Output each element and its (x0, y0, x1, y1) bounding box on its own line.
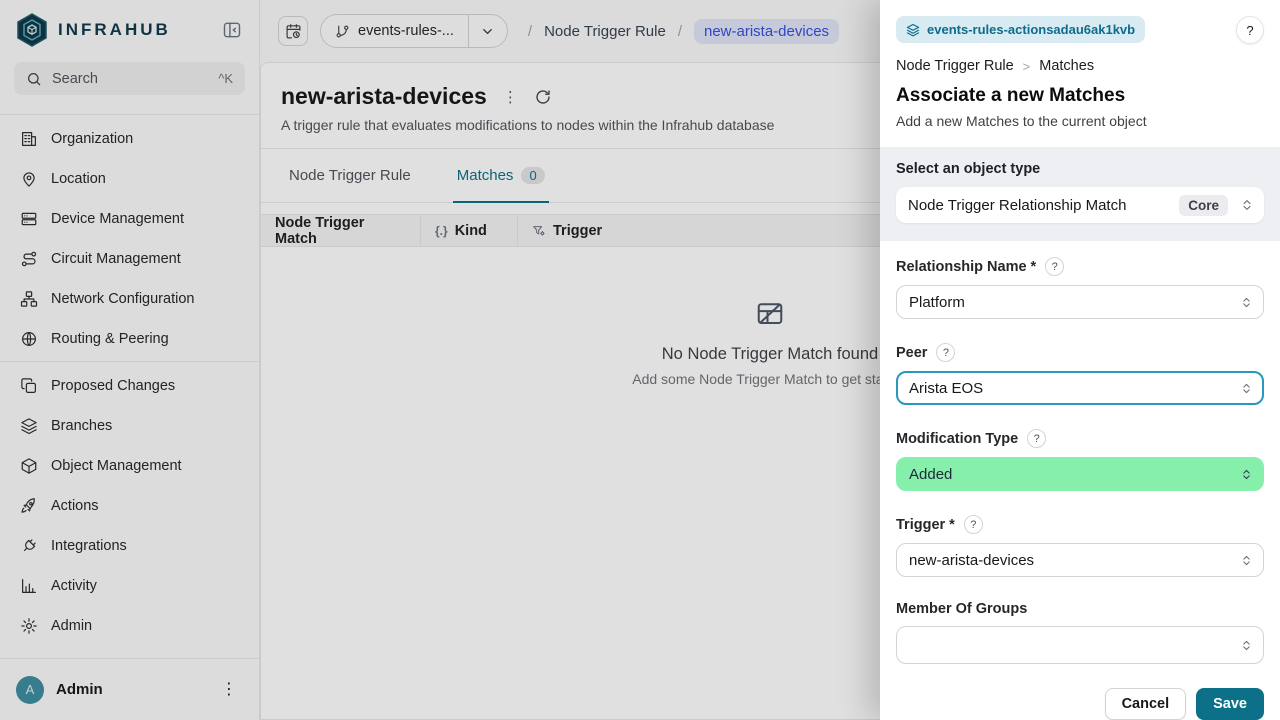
save-button[interactable]: Save (1196, 688, 1264, 720)
field-label: Member Of Groups (896, 601, 1027, 617)
modification-type-select[interactable]: Added (896, 457, 1264, 491)
field-label: Relationship Name * (896, 259, 1036, 275)
drawer-breadcrumb: Node Trigger Rule > Matches (896, 58, 1264, 74)
relationship-name-select[interactable]: Platform (896, 285, 1264, 319)
field-value: Added (909, 466, 952, 483)
chevron-right-separator: > (1023, 59, 1031, 74)
help-icon[interactable]: ? (1027, 429, 1046, 448)
select-updown-icon (1240, 554, 1253, 567)
associate-matches-drawer: events-rules-actionsadau6ak1kvb ? Node T… (880, 0, 1280, 720)
field-value: new-arista-devices (909, 552, 1034, 569)
drawer-breadcrumb-current: Matches (1039, 58, 1094, 74)
drawer-actions: Cancel Save (896, 688, 1264, 720)
field-relationship-name: Relationship Name * ? Platform (896, 257, 1264, 319)
trigger-select[interactable]: new-arista-devices (896, 543, 1264, 577)
cancel-button[interactable]: Cancel (1105, 688, 1187, 720)
branch-badge: events-rules-actionsadau6ak1kvb (896, 16, 1145, 43)
field-trigger: Trigger * ? new-arista-devices (896, 515, 1264, 577)
drawer-title: Associate a new Matches (896, 85, 1264, 107)
field-peer: Peer ? Arista EOS (896, 343, 1264, 405)
core-badge: Core (1179, 195, 1228, 216)
field-value: Platform (909, 294, 965, 311)
object-type-value: Node Trigger Relationship Match (908, 197, 1126, 214)
help-icon[interactable]: ? (936, 343, 955, 362)
branch-badge-label: events-rules-actionsadau6ak1kvb (927, 22, 1135, 37)
help-icon[interactable]: ? (1045, 257, 1064, 276)
layers-icon (906, 23, 920, 37)
select-updown-icon (1240, 296, 1253, 309)
select-updown-icon (1240, 639, 1253, 652)
field-label: Peer (896, 345, 927, 361)
drawer-header: events-rules-actionsadau6ak1kvb ? Node T… (880, 0, 1280, 147)
drawer-form: Relationship Name * ? Platform Peer ? Ar… (880, 241, 1280, 720)
peer-select[interactable]: Arista EOS (896, 371, 1264, 405)
help-icon[interactable]: ? (964, 515, 983, 534)
select-updown-icon (1240, 198, 1254, 212)
member-of-groups-select[interactable] (896, 626, 1264, 664)
field-value: Arista EOS (909, 380, 983, 397)
field-member-of-groups: Member Of Groups (896, 601, 1264, 664)
object-type-select[interactable]: Node Trigger Relationship Match Core (896, 187, 1264, 223)
field-modification-type: Modification Type ? Added (896, 429, 1264, 491)
object-type-section: Select an object type Node Trigger Relat… (880, 147, 1280, 241)
select-updown-icon (1240, 382, 1253, 395)
help-button[interactable]: ? (1236, 16, 1264, 44)
select-updown-icon (1240, 468, 1253, 481)
drawer-breadcrumb-parent: Node Trigger Rule (896, 58, 1014, 74)
infrahub-app: INFRAHUB Search ^K Organization Location (0, 0, 1280, 720)
field-label: Modification Type (896, 431, 1018, 447)
drawer-subtitle: Add a new Matches to the current object (896, 113, 1264, 147)
object-type-label: Select an object type (896, 161, 1264, 177)
field-label: Trigger * (896, 517, 955, 533)
modal-overlay[interactable] (0, 0, 880, 720)
